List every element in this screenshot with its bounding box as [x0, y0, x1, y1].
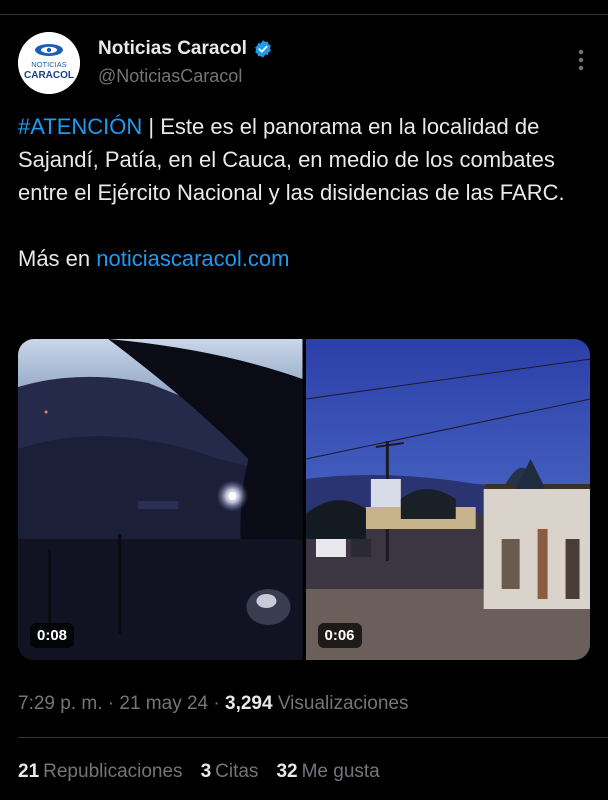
video-2-image — [305, 339, 590, 660]
more-prefix: Más en — [18, 246, 97, 271]
svg-text:NOTICIAS: NOTICIAS — [31, 60, 66, 69]
tweet-meta: 7:29 p. m. · 21 may 24 · 3,294 Visualiza… — [18, 693, 408, 715]
video-thumbnail-1[interactable]: 0:08 — [18, 339, 303, 660]
avatar[interactable]: NOTICIAS CARACOL — [18, 32, 80, 94]
quotes-label: Citas — [215, 761, 259, 782]
external-link[interactable]: noticiascaracol.com — [96, 246, 289, 271]
likes-label: Me gusta — [301, 761, 380, 782]
video-1-image — [18, 339, 303, 660]
tweet-time[interactable]: 7:29 p. m. — [18, 693, 103, 714]
views-label: Visualizaciones — [277, 693, 409, 714]
views-count: 3,294 — [225, 693, 273, 714]
media-grid: 0:08 0:06 — [18, 339, 590, 660]
likes-stat[interactable]: 32 Me gusta — [276, 761, 379, 783]
reposts-label: Republicaciones — [43, 761, 183, 782]
tweet-text: #ATENCIÓN | Este es el panorama en la lo… — [18, 110, 590, 275]
engagement-stats: 21 Republicaciones 3 Citas 32 Me gusta — [18, 761, 380, 783]
meta-separator: · — [213, 693, 226, 714]
account-handle[interactable]: @NoticiasCaracol — [98, 66, 242, 87]
top-divider — [0, 14, 608, 15]
tweet-date[interactable]: 21 may 24 — [119, 693, 208, 714]
noticias-caracol-logo: NOTICIAS CARACOL — [18, 32, 80, 94]
video-duration-2: 0:06 — [317, 623, 362, 648]
video-thumbnail-2[interactable]: 0:06 — [305, 339, 590, 660]
verified-badge-icon — [253, 39, 273, 59]
mid-divider — [18, 737, 608, 738]
video-duration-1: 0:08 — [30, 623, 75, 648]
meta-separator: · — [107, 693, 120, 714]
svg-text:CARACOL: CARACOL — [24, 70, 74, 81]
reposts-stat[interactable]: 21 Republicaciones — [18, 761, 183, 783]
quotes-count: 3 — [200, 761, 212, 782]
tweet-header: NOTICIAS CARACOL Noticias Caracol @Notic… — [18, 32, 590, 96]
more-options-icon[interactable] — [576, 48, 586, 72]
reposts-count: 21 — [18, 761, 40, 782]
hashtag-link[interactable]: #ATENCIÓN — [18, 114, 142, 139]
display-name[interactable]: Noticias Caracol — [98, 38, 247, 60]
quotes-stat[interactable]: 3 Citas — [201, 761, 259, 783]
likes-count: 32 — [276, 761, 298, 782]
